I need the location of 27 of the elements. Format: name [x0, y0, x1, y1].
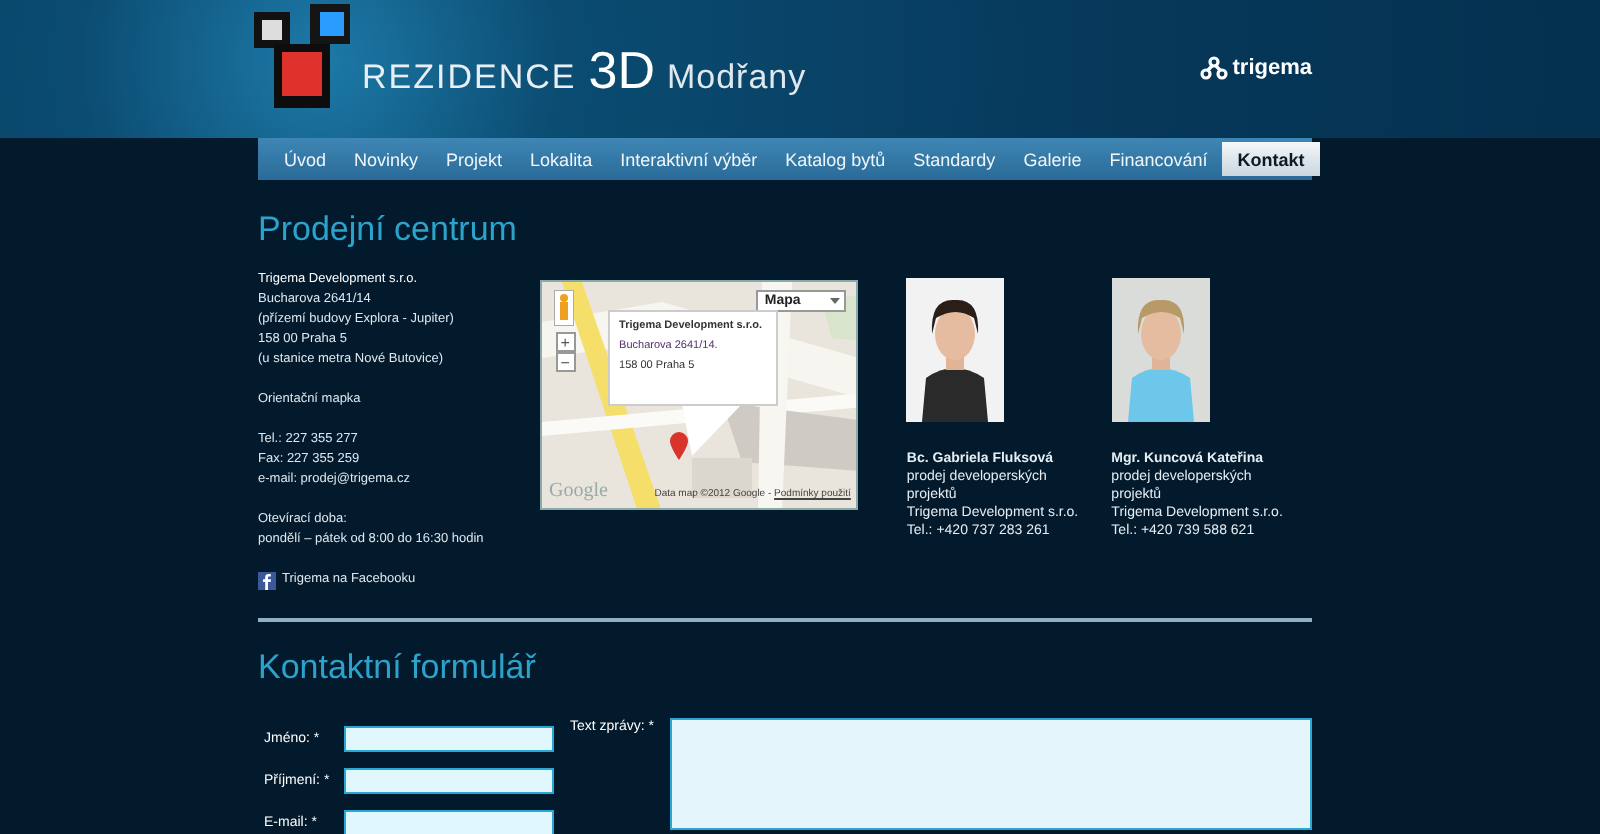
nav-tab[interactable]: Lokalita	[516, 138, 607, 180]
message-field[interactable]	[670, 718, 1312, 830]
nav-tab[interactable]: Kontakt	[1221, 142, 1321, 176]
street-view-icon[interactable]	[553, 290, 574, 326]
site-title-3d: 3D	[588, 44, 655, 96]
map-brand: Google	[549, 480, 608, 502]
section-heading: Kontaktní formulář	[258, 648, 539, 688]
input-field[interactable]	[344, 768, 554, 794]
input-field[interactable]	[344, 726, 554, 752]
partner-name: trigema	[1232, 56, 1312, 80]
zoom-out-button[interactable]: −	[555, 352, 576, 372]
zoom-in-button[interactable]: +	[555, 332, 576, 352]
site-title: REZIDENCE	[362, 58, 577, 98]
nav-tab[interactable]: Galerie	[1009, 138, 1096, 180]
nav-tab[interactable]: Novinky	[340, 138, 433, 180]
nav-tab[interactable]: Financování	[1095, 138, 1222, 180]
input-field[interactable]	[344, 810, 554, 834]
site-subtitle: Modřany	[666, 58, 807, 98]
map-pin-icon	[669, 432, 688, 460]
nav-tab[interactable]: Projekt	[432, 138, 517, 180]
nav-tab[interactable]: Standardy	[899, 138, 1010, 180]
facebook-icon	[258, 571, 276, 589]
section-heading: Prodejní centrum	[258, 210, 519, 250]
nav-tab[interactable]: Úvod	[270, 138, 341, 180]
partner-logo-icon	[1200, 56, 1229, 80]
nav-tab[interactable]: Katalog bytů	[771, 138, 900, 180]
nav-tab[interactable]: Interaktivní výběr	[606, 138, 772, 180]
